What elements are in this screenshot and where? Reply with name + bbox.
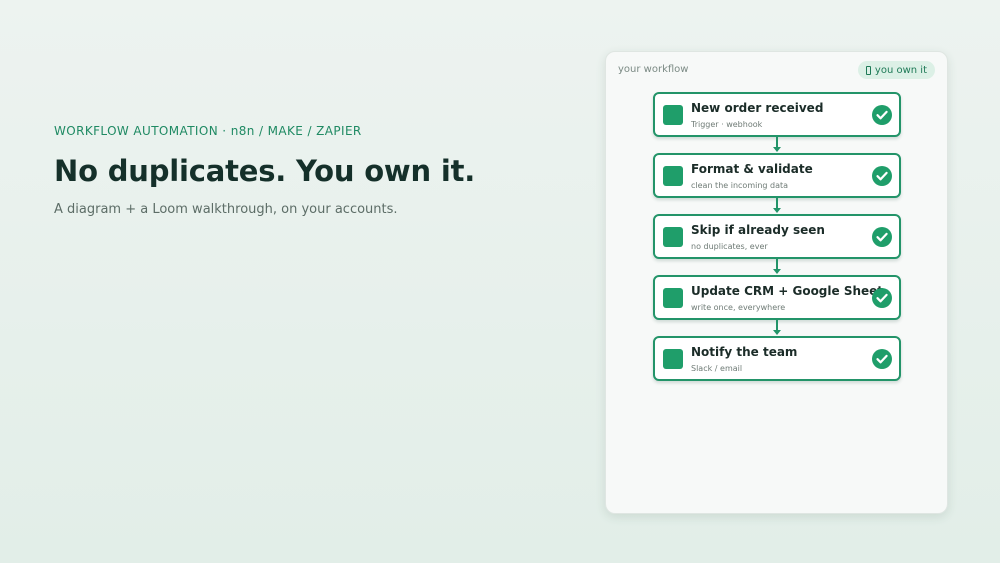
step-subtitle: no duplicates, ever [691,242,768,251]
step-node-icon [663,166,683,186]
headline: No duplicates. You own it. [54,154,476,188]
hero-section: WORKFLOW AUTOMATION · n8n / MAKE / ZAPIE… [54,124,574,217]
step-subtitle: Slack / email [691,364,743,373]
step-title: Notify the team [691,345,798,359]
check-icon [872,166,892,186]
step-node-icon [663,288,683,308]
step-connector-arrow [653,137,901,153]
step-title: Skip if already seen [691,223,825,237]
ownership-badge: you own it [857,61,935,79]
step-title: New order received [691,101,824,115]
step-node-icon [663,105,683,125]
workflow-step[interactable]: Update CRM + Google Sheet write once, ev… [653,275,901,320]
step-connector-arrow [653,320,901,336]
step-connector-arrow [653,198,901,214]
step-subtitle: Trigger · webhook [691,120,763,129]
step-connector-arrow [653,259,901,275]
workflow-step[interactable]: Notify the team Slack / email [653,336,901,381]
check-icon [872,227,892,247]
check-icon [872,105,892,125]
check-icon [872,349,892,369]
workflow-steps: New order received Trigger · webhook For… [653,92,901,381]
step-subtitle: clean the incoming data [691,181,789,190]
subline: A diagram + a Loom walkthrough, on your … [54,202,398,217]
workflow-panel: your workflow you own it New order recei… [605,51,948,514]
workflow-step[interactable]: Skip if already seen no duplicates, ever [653,214,901,259]
lock-icon [865,65,871,75]
panel-title: your workflow [618,64,689,75]
step-node-icon [663,349,683,369]
step-node-icon [663,227,683,247]
check-icon [872,288,892,308]
workflow-step[interactable]: Format & validate clean the incoming dat… [653,153,901,198]
step-title: Format & validate [691,162,813,176]
workflow-step[interactable]: New order received Trigger · webhook [653,92,901,137]
badge-label: you own it [874,64,927,76]
step-subtitle: write once, everywhere [691,303,786,312]
step-title: Update CRM + Google Sheet [691,284,884,298]
eyebrow-label: WORKFLOW AUTOMATION · n8n / MAKE / ZAPIE… [54,124,362,138]
